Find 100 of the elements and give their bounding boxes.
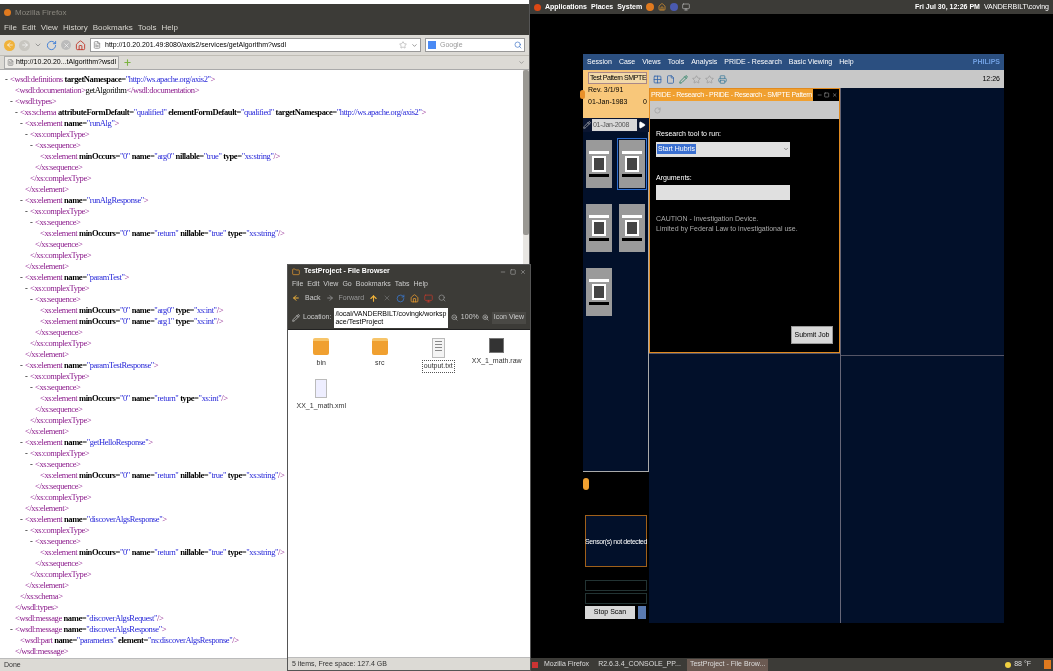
reload-icon[interactable] (46, 39, 57, 51)
collapse-toggle[interactable]: - (5, 74, 10, 85)
collapse-toggle[interactable]: - (25, 448, 30, 459)
xml-tag: </xs:sequence> (35, 558, 83, 568)
folder-icon (313, 338, 330, 355)
menu-item[interactable]: History (62, 22, 88, 34)
menu-item[interactable]: Bookmarks (92, 22, 133, 34)
close-icon[interactable] (520, 268, 526, 275)
xml-tag: <xs:element name="paramTest"> (25, 272, 129, 282)
collapse-toggle[interactable]: - (15, 107, 20, 118)
computer-icon[interactable] (424, 293, 434, 303)
xml-tag: <xs:element minOccurs="0" name="arg0" nillable="true" type="xs:string"/> (40, 151, 280, 161)
xml-tag: <xs:element name="runAlg"> (25, 118, 119, 128)
menu-item[interactable]: Help (161, 22, 178, 34)
caret-icon[interactable] (411, 41, 418, 49)
collapse-toggle[interactable]: - (25, 129, 30, 140)
xml-tag: <xs:element name="runAlgResponse"> (25, 195, 149, 205)
collapse-toggle[interactable]: - (20, 272, 25, 283)
collapse-toggle[interactable]: - (25, 525, 30, 536)
close-icon[interactable] (831, 92, 837, 98)
search-icon[interactable] (514, 41, 522, 49)
refresh-icon[interactable] (654, 106, 661, 114)
up-icon[interactable] (369, 293, 379, 303)
zoom-in-icon[interactable] (481, 314, 489, 321)
maximize-icon[interactable] (824, 92, 830, 98)
document-icon (315, 378, 328, 398)
new-tab-icon[interactable] (123, 58, 132, 67)
tab-list-icon[interactable] (518, 59, 525, 66)
page-icon[interactable] (666, 74, 675, 84)
xml-tag: <wsdl:documentation>getAlgorithm</wsdl:documentation> (15, 85, 200, 95)
dropdown-icon[interactable] (34, 41, 42, 49)
test-pattern-thumbnail[interactable] (616, 202, 647, 254)
show-desktop-icon[interactable] (532, 661, 538, 668)
monitor-icon[interactable] (682, 3, 691, 11)
collapse-toggle[interactable]: - (20, 437, 25, 448)
back-icon[interactable] (4, 39, 15, 51)
home-icon[interactable] (75, 39, 86, 51)
xml-tag: </xs:element> (25, 261, 69, 271)
xml-tag: <xs:element name="discoverAlgsResponse"> (25, 514, 167, 524)
minimize-icon[interactable] (816, 92, 823, 98)
reload-icon[interactable] (396, 293, 406, 303)
menu-item[interactable]: Tools (137, 22, 157, 34)
stop-icon[interactable] (383, 294, 392, 302)
xml-tag: <xs:element minOccurs="0" name="arg0" type="xs:int"/> (40, 305, 224, 315)
collapse-toggle[interactable]: - (30, 140, 35, 151)
test-pattern-thumbnail[interactable] (584, 266, 614, 318)
play-icon[interactable] (638, 121, 646, 129)
collapse-toggle[interactable]: - (30, 294, 35, 305)
zoom-out-icon[interactable] (450, 314, 458, 321)
xml-tag: </xs:element> (25, 503, 69, 513)
collapse-toggle[interactable]: - (30, 382, 35, 393)
xml-tag: <xs:complexType> (30, 448, 90, 458)
scrollbar[interactable] (523, 70, 529, 235)
minimize-icon[interactable] (500, 268, 506, 275)
collapse-toggle[interactable]: - (30, 217, 35, 228)
xml-tag: <wsdl:message name="discoverAlgsResponse"> (15, 624, 167, 634)
collapse-toggle[interactable]: - (10, 624, 15, 635)
xml-tag: </xs:complexType> (30, 250, 92, 260)
search-icon[interactable] (438, 294, 447, 302)
xml-tag: <xs:complexType> (30, 206, 90, 216)
home-icon[interactable] (410, 293, 420, 303)
collapse-toggle[interactable]: - (25, 371, 30, 382)
xml-tag: <xs:element minOccurs="0" name="return" nillable="true" type="xs:string"/> (40, 470, 285, 480)
star-icon[interactable] (705, 74, 714, 84)
test-pattern-thumbnail[interactable] (584, 202, 614, 254)
xml-tag: <xs:schema attributeFormDefault="qualified" elementFormDefault="qualified" targetNamespace="http://ws.apache.org/axis2"> (20, 107, 426, 117)
xml-tag: <xs:element minOccurs="0" name="return" type="xs:int"/> (40, 393, 228, 403)
test-pattern-thumbnail[interactable] (616, 138, 647, 190)
test-pattern-thumbnail[interactable] (584, 138, 614, 190)
grid-icon[interactable] (653, 74, 662, 84)
collapse-toggle[interactable]: - (20, 514, 25, 525)
xml-tag: <xs:element name="getHelloResponse"> (25, 437, 153, 447)
home-icon[interactable] (658, 3, 667, 11)
xml-tag: </xs:sequence> (35, 481, 83, 491)
xml-tag: <xs:complexType> (30, 129, 90, 139)
star-icon[interactable] (692, 74, 701, 84)
xml-tag: <xs:sequence> (35, 217, 81, 227)
menu-item[interactable]: File (4, 22, 17, 34)
pencil-icon[interactable] (679, 74, 688, 84)
xml-tag: </xs:element> (25, 580, 69, 590)
xml-tag: <xs:sequence> (35, 140, 81, 150)
collapse-toggle[interactable]: - (20, 118, 25, 129)
collapse-toggle[interactable]: - (10, 96, 15, 107)
collapse-toggle[interactable]: - (30, 459, 35, 470)
printer-icon[interactable] (718, 74, 727, 84)
collapse-toggle[interactable]: - (30, 536, 35, 547)
collapse-toggle[interactable]: - (25, 206, 30, 217)
collapse-toggle[interactable]: - (20, 360, 25, 371)
collapse-toggle[interactable]: - (20, 195, 25, 206)
bookmark-star-icon[interactable] (399, 41, 407, 49)
back-arrow-icon[interactable] (292, 294, 300, 302)
menu-item[interactable]: View (40, 22, 58, 34)
stop-icon[interactable] (61, 40, 71, 50)
forward-arrow-icon[interactable] (325, 294, 334, 302)
arguments-field[interactable] (656, 185, 790, 200)
maximize-icon[interactable] (510, 268, 516, 275)
collapse-toggle[interactable]: - (25, 283, 30, 294)
forward-icon[interactable] (19, 39, 30, 51)
menu-item[interactable]: Edit (21, 22, 36, 34)
caret-icon[interactable] (783, 146, 789, 152)
